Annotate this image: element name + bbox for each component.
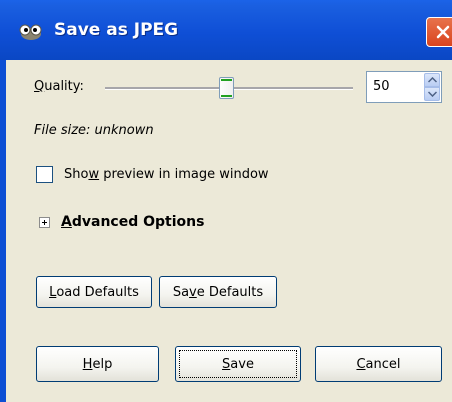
load-defaults-button[interactable]: Load Defaults bbox=[36, 276, 152, 308]
save-button[interactable]: Save bbox=[175, 346, 301, 382]
quality-value[interactable]: 50 bbox=[373, 79, 390, 94]
quality-decrement-button[interactable] bbox=[424, 87, 440, 101]
help-button[interactable]: Help bbox=[36, 346, 159, 382]
quality-increment-button[interactable] bbox=[424, 73, 440, 87]
show-preview-label[interactable]: Show preview in image window bbox=[64, 167, 269, 182]
gimp-icon bbox=[18, 24, 44, 40]
close-button[interactable] bbox=[426, 17, 452, 47]
window-border bbox=[0, 60, 6, 402]
advanced-options-expander-icon[interactable] bbox=[39, 217, 50, 228]
quality-slider-handle[interactable] bbox=[219, 77, 234, 99]
save-as-jpeg-dialog: Save as JPEG Quality: 50 File size: unkn… bbox=[0, 0, 452, 402]
show-preview-checkbox[interactable] bbox=[36, 166, 53, 183]
title-bar[interactable]: Save as JPEG bbox=[0, 0, 452, 60]
save-defaults-button[interactable]: Sa v e Defaults bbox=[159, 276, 277, 308]
quality-spinner-buttons bbox=[424, 73, 440, 101]
quality-spinbox[interactable]: 50 bbox=[366, 71, 442, 103]
advanced-options-label[interactable]: Advanced Options bbox=[61, 214, 204, 230]
cancel-button[interactable]: Cancel bbox=[315, 346, 442, 382]
file-size-label: File size: unknown bbox=[34, 123, 154, 138]
window-title: Save as JPEG bbox=[54, 20, 179, 40]
quality-label: Quality: bbox=[34, 79, 84, 94]
